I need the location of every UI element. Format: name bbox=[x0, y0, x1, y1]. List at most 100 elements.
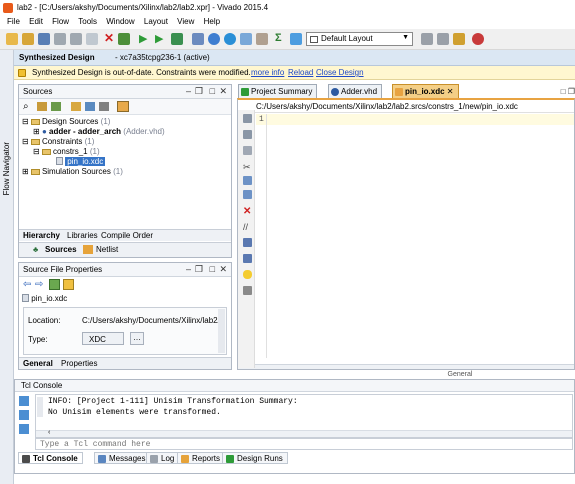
type-browse-button[interactable]: … bbox=[130, 332, 144, 345]
minimize-icon[interactable]: – bbox=[186, 86, 191, 96]
tree-item-sim-sources[interactable]: ⊞ Simulation Sources (1) bbox=[22, 167, 123, 176]
tab-log[interactable]: Log bbox=[146, 452, 180, 464]
pin-planner-icon[interactable] bbox=[290, 33, 302, 45]
tab-design-runs[interactable]: Design Runs bbox=[222, 452, 288, 464]
minimize-icon[interactable]: – bbox=[186, 264, 191, 274]
menu-tools[interactable]: Tools bbox=[78, 17, 97, 26]
restore-icon[interactable]: ❐ bbox=[195, 264, 203, 275]
chevron-down-icon: ▼ bbox=[402, 34, 409, 41]
maximize-icon[interactable]: □ bbox=[210, 264, 215, 274]
tab-libraries[interactable]: Libraries bbox=[67, 231, 98, 240]
maximize-icon[interactable]: □ bbox=[561, 87, 566, 96]
back-arrow-icon[interactable]: ⇦ bbox=[23, 279, 31, 290]
indent-icon[interactable] bbox=[243, 238, 252, 247]
collapse-all-icon[interactable] bbox=[37, 102, 47, 111]
show-selected-icon[interactable] bbox=[63, 279, 74, 290]
flow-navigator[interactable]: Flow Navigator bbox=[0, 50, 14, 484]
menu-layout[interactable]: Layout bbox=[144, 17, 168, 26]
tcl-command-input[interactable] bbox=[35, 438, 573, 450]
more-info-link[interactable]: more info bbox=[251, 68, 284, 77]
tools-icon[interactable] bbox=[256, 33, 268, 45]
tab-hierarchy[interactable]: Hierarchy bbox=[23, 231, 60, 240]
output-scrollbar[interactable] bbox=[37, 397, 43, 417]
restore-icon[interactable]: ❐ bbox=[195, 86, 203, 97]
clear-console-icon[interactable] bbox=[19, 396, 29, 406]
add-sources-icon[interactable] bbox=[71, 102, 81, 111]
report-icon[interactable] bbox=[224, 33, 236, 45]
close-icon[interactable]: ✕ bbox=[219, 86, 227, 97]
help-icon[interactable] bbox=[472, 33, 484, 45]
marker-icon[interactable] bbox=[421, 33, 433, 45]
menu-window[interactable]: Window bbox=[106, 17, 134, 26]
tab-sources[interactable]: Sources bbox=[45, 245, 77, 254]
menu-flow[interactable]: Flow bbox=[52, 17, 69, 26]
show-hierarchy-icon[interactable] bbox=[117, 101, 129, 112]
lightbulb-icon[interactable] bbox=[243, 270, 252, 279]
copy-console-icon[interactable] bbox=[19, 410, 29, 420]
search-icon[interactable]: ⌕ bbox=[23, 101, 29, 112]
expand-all-icon[interactable] bbox=[51, 102, 61, 111]
open-project-icon[interactable] bbox=[22, 33, 34, 45]
chevron-left-icon[interactable]: ‹ bbox=[48, 429, 50, 436]
editor-tab-adder[interactable]: Adder.vhd bbox=[328, 84, 383, 98]
insert-template-icon[interactable] bbox=[243, 254, 252, 263]
tree-item-design-sources[interactable]: ⊟ Design Sources (1) bbox=[22, 117, 110, 126]
paste-icon[interactable] bbox=[243, 190, 252, 199]
comment-icon[interactable]: // bbox=[243, 222, 252, 232]
close-icon[interactable]: ✕ bbox=[219, 264, 227, 275]
delete-icon[interactable]: ✕ bbox=[243, 206, 252, 217]
tab-general[interactable]: General bbox=[23, 359, 53, 368]
save-icon[interactable] bbox=[38, 33, 50, 45]
editor-tab-pin-io[interactable]: pin_io.xdc ✕ bbox=[392, 84, 459, 98]
settings-icon[interactable] bbox=[243, 286, 252, 295]
undo-icon[interactable] bbox=[54, 33, 66, 45]
pencil-icon[interactable] bbox=[437, 33, 449, 45]
tab-reports[interactable]: Reports bbox=[177, 452, 226, 464]
redo-icon[interactable] bbox=[243, 146, 252, 155]
run-synthesis-icon[interactable]: ▶ bbox=[155, 32, 167, 45]
tab-compile-order[interactable]: Compile Order bbox=[101, 231, 153, 240]
refresh-icon[interactable] bbox=[85, 102, 95, 111]
highlight-icon[interactable] bbox=[453, 33, 465, 45]
tab-netlist[interactable]: Netlist bbox=[96, 245, 118, 254]
sigma-icon[interactable]: Σ bbox=[275, 32, 287, 44]
output-hscrollbar[interactable]: ‹ bbox=[36, 429, 572, 437]
tab-messages[interactable]: Messages bbox=[94, 452, 151, 464]
tree-item-adder[interactable]: ⊞ ● adder - adder_arch (Adder.vhd) bbox=[33, 127, 165, 136]
tree-item-pin-io[interactable]: pin_io.xdc bbox=[56, 157, 106, 166]
program-device-icon[interactable] bbox=[208, 33, 220, 45]
redo-icon[interactable] bbox=[70, 33, 82, 45]
maximize-icon[interactable]: □ bbox=[210, 86, 215, 96]
tree-item-constrs-1[interactable]: ⊟ constrs_1 (1) bbox=[33, 147, 100, 156]
tab-tcl-console[interactable]: Tcl Console bbox=[18, 452, 83, 464]
tab-properties[interactable]: Properties bbox=[61, 359, 97, 368]
editor-tab-project-summary[interactable]: Project Summary bbox=[238, 84, 318, 98]
close-design-link[interactable]: Close Design bbox=[316, 68, 364, 77]
menu-view[interactable]: View bbox=[177, 17, 194, 26]
reload-link[interactable]: Reload bbox=[288, 68, 313, 77]
menu-help[interactable]: Help bbox=[204, 17, 220, 26]
forward-arrow-icon[interactable]: ⇨ bbox=[35, 279, 43, 290]
run-simulation-icon[interactable]: ▶ bbox=[139, 32, 151, 45]
generate-bitstream-icon[interactable] bbox=[192, 33, 204, 45]
copy-icon[interactable] bbox=[243, 176, 252, 185]
undo-icon[interactable] bbox=[243, 130, 252, 139]
new-project-icon[interactable] bbox=[6, 33, 18, 45]
restore-icon[interactable]: ❐ bbox=[568, 87, 575, 96]
properties-icon[interactable] bbox=[99, 102, 109, 111]
save-file-icon[interactable] bbox=[243, 114, 252, 123]
copy-icon[interactable] bbox=[86, 33, 98, 45]
layout-select[interactable]: Default Layout ▼ bbox=[306, 32, 413, 46]
settings-icon[interactable] bbox=[240, 33, 252, 45]
delete-icon[interactable]: ✕ bbox=[104, 31, 116, 45]
pause-icon[interactable] bbox=[19, 424, 29, 434]
menu-file[interactable]: File bbox=[7, 17, 20, 26]
splitter-label[interactable]: General bbox=[440, 371, 480, 378]
properties-scrollbar[interactable] bbox=[218, 309, 225, 353]
run-icon[interactable] bbox=[118, 33, 130, 45]
run-implementation-icon[interactable] bbox=[171, 33, 183, 45]
refresh-icon[interactable] bbox=[49, 279, 60, 290]
cut-icon[interactable]: ✂ bbox=[243, 162, 252, 172]
tree-item-constraints[interactable]: ⊟ Constraints (1) bbox=[22, 137, 94, 146]
menu-edit[interactable]: Edit bbox=[29, 17, 43, 26]
